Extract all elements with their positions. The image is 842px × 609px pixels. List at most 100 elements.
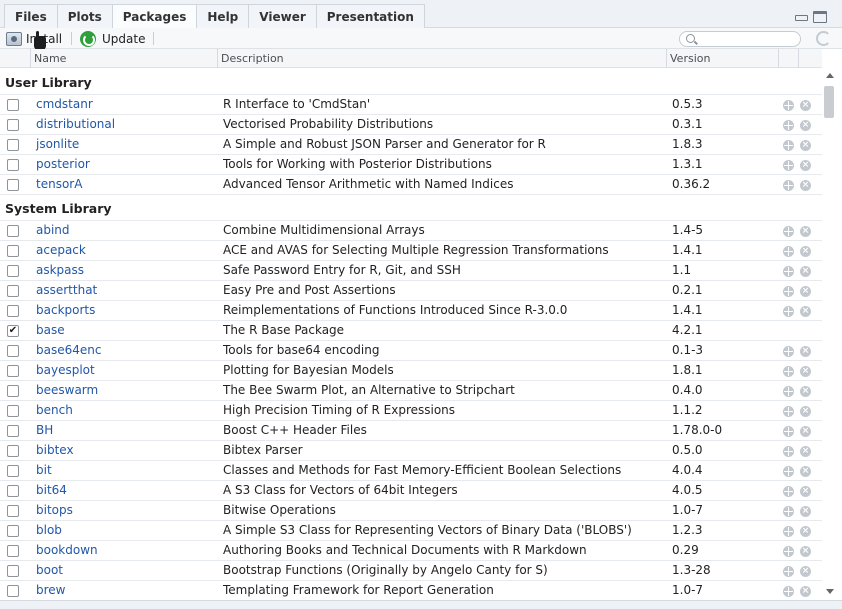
package-website-icon[interactable] xyxy=(783,160,794,171)
package-load-checkbox[interactable] xyxy=(7,505,19,517)
package-website-icon[interactable] xyxy=(783,266,794,277)
package-name-link[interactable]: bitops xyxy=(36,503,73,517)
package-website-icon[interactable] xyxy=(783,180,794,191)
remove-package-icon[interactable]: × xyxy=(800,486,811,497)
package-website-icon[interactable] xyxy=(783,426,794,437)
package-load-checkbox[interactable] xyxy=(7,405,19,417)
package-load-checkbox[interactable] xyxy=(7,119,19,131)
update-button[interactable]: Update xyxy=(80,30,145,47)
package-name-link[interactable]: acepack xyxy=(36,243,86,257)
remove-package-icon[interactable]: × xyxy=(800,506,811,517)
scrollbar[interactable] xyxy=(822,69,836,600)
remove-package-icon[interactable]: × xyxy=(800,306,811,317)
package-load-checkbox[interactable] xyxy=(7,485,19,497)
remove-package-icon[interactable]: × xyxy=(800,226,811,237)
remove-package-icon[interactable]: × xyxy=(800,160,811,171)
package-name-link[interactable]: bibtex xyxy=(36,443,74,457)
minimize-pane-icon[interactable] xyxy=(795,11,808,20)
package-name-link[interactable]: base xyxy=(36,323,65,337)
package-load-checkbox[interactable] xyxy=(7,139,19,151)
package-name-link[interactable]: brew xyxy=(36,583,65,597)
package-website-icon[interactable] xyxy=(783,120,794,131)
package-load-checkbox[interactable] xyxy=(7,245,19,257)
package-name-link[interactable]: cmdstanr xyxy=(36,97,93,111)
package-name-link[interactable]: posterior xyxy=(36,157,90,171)
header-description[interactable]: Description xyxy=(217,49,666,68)
remove-package-icon[interactable]: × xyxy=(800,526,811,537)
package-name-link[interactable]: beeswarm xyxy=(36,383,98,397)
package-load-checkbox[interactable] xyxy=(7,465,19,477)
package-load-checkbox[interactable] xyxy=(7,585,19,597)
package-load-checkbox[interactable] xyxy=(7,159,19,171)
package-load-checkbox[interactable] xyxy=(7,99,19,111)
remove-package-icon[interactable]: × xyxy=(800,346,811,357)
package-website-icon[interactable] xyxy=(783,226,794,237)
package-website-icon[interactable] xyxy=(783,386,794,397)
package-name-link[interactable]: bit xyxy=(36,463,52,477)
package-load-checkbox[interactable] xyxy=(7,285,19,297)
package-name-link[interactable]: boot xyxy=(36,563,63,577)
package-load-checkbox[interactable]: ✔ xyxy=(7,325,19,337)
package-load-checkbox[interactable] xyxy=(7,345,19,357)
package-load-checkbox[interactable] xyxy=(7,225,19,237)
package-name-link[interactable]: blob xyxy=(36,523,62,537)
scroll-down-icon[interactable] xyxy=(826,589,834,594)
remove-package-icon[interactable]: × xyxy=(800,266,811,277)
tab-packages[interactable]: Packages xyxy=(111,4,198,29)
package-name-link[interactable]: backports xyxy=(36,303,95,317)
package-website-icon[interactable] xyxy=(783,286,794,297)
package-name-link[interactable]: bayesplot xyxy=(36,363,95,377)
package-website-icon[interactable] xyxy=(783,506,794,517)
remove-package-icon[interactable]: × xyxy=(800,386,811,397)
header-name[interactable]: Name xyxy=(30,49,217,68)
package-website-icon[interactable] xyxy=(783,546,794,557)
refresh-icon[interactable] xyxy=(816,31,831,46)
package-website-icon[interactable] xyxy=(783,346,794,357)
package-name-link[interactable]: bookdown xyxy=(36,543,98,557)
header-version[interactable]: Version xyxy=(666,49,778,68)
remove-package-icon[interactable]: × xyxy=(800,466,811,477)
package-load-checkbox[interactable] xyxy=(7,445,19,457)
scroll-up-icon[interactable] xyxy=(826,73,834,78)
remove-package-icon[interactable]: × xyxy=(800,446,811,457)
package-name-link[interactable]: askpass xyxy=(36,263,84,277)
package-website-icon[interactable] xyxy=(783,566,794,577)
package-website-icon[interactable] xyxy=(783,466,794,477)
package-load-checkbox[interactable] xyxy=(7,385,19,397)
package-name-link[interactable]: abind xyxy=(36,223,70,237)
package-website-icon[interactable] xyxy=(783,586,794,597)
package-website-icon[interactable] xyxy=(783,306,794,317)
package-website-icon[interactable] xyxy=(783,406,794,417)
tab-files[interactable]: Files xyxy=(4,4,58,28)
remove-package-icon[interactable]: × xyxy=(800,426,811,437)
package-name-link[interactable]: bench xyxy=(36,403,73,417)
remove-package-icon[interactable]: × xyxy=(800,120,811,131)
package-website-icon[interactable] xyxy=(783,140,794,151)
package-load-checkbox[interactable] xyxy=(7,525,19,537)
maximize-pane-icon[interactable] xyxy=(813,11,827,23)
package-website-icon[interactable] xyxy=(783,100,794,111)
package-website-icon[interactable] xyxy=(783,446,794,457)
remove-package-icon[interactable]: × xyxy=(800,366,811,377)
package-website-icon[interactable] xyxy=(783,366,794,377)
remove-package-icon[interactable]: × xyxy=(800,566,811,577)
package-load-checkbox[interactable] xyxy=(7,545,19,557)
package-load-checkbox[interactable] xyxy=(7,425,19,437)
remove-package-icon[interactable]: × xyxy=(800,140,811,151)
remove-package-icon[interactable]: × xyxy=(800,180,811,191)
package-load-checkbox[interactable] xyxy=(7,565,19,577)
package-load-checkbox[interactable] xyxy=(7,305,19,317)
package-name-link[interactable]: jsonlite xyxy=(36,137,79,151)
package-name-link[interactable]: base64enc xyxy=(36,343,101,357)
tab-presentation[interactable]: Presentation xyxy=(315,4,425,28)
scrollbar-thumb[interactable] xyxy=(824,86,834,118)
package-website-icon[interactable] xyxy=(783,246,794,257)
remove-package-icon[interactable]: × xyxy=(800,246,811,257)
package-website-icon[interactable] xyxy=(783,526,794,537)
package-load-checkbox[interactable] xyxy=(7,265,19,277)
tab-plots[interactable]: Plots xyxy=(56,4,113,28)
remove-package-icon[interactable]: × xyxy=(800,586,811,597)
remove-package-icon[interactable]: × xyxy=(800,546,811,557)
tab-help[interactable]: Help xyxy=(196,4,250,28)
remove-package-icon[interactable]: × xyxy=(800,286,811,297)
